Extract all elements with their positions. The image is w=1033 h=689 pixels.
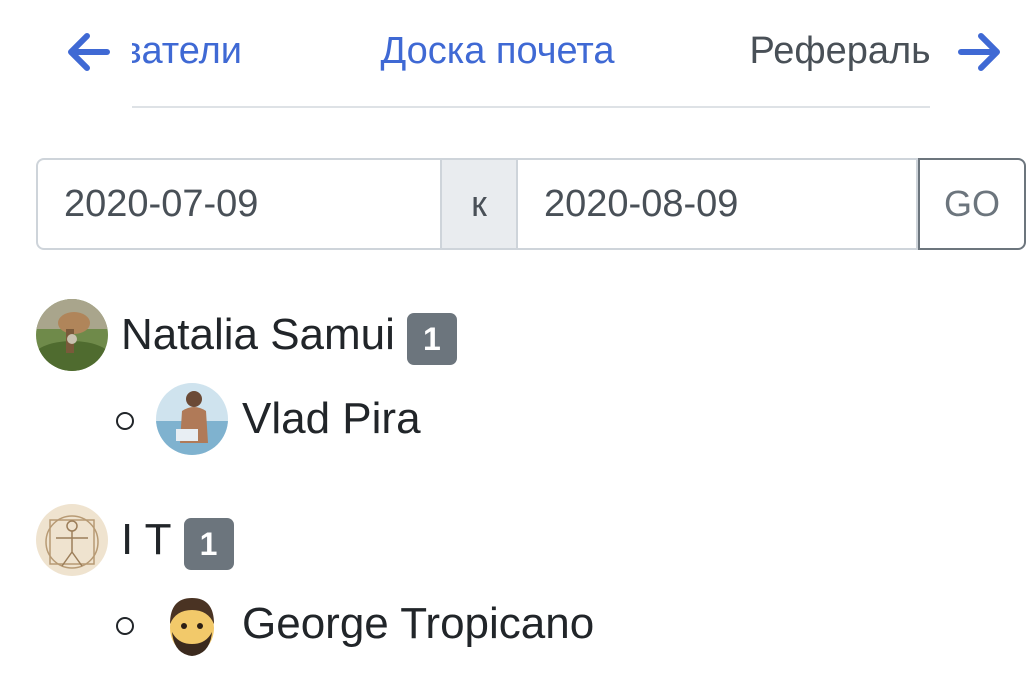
referral-name[interactable]: Vlad Pira [242, 394, 421, 444]
next-tab-button[interactable] [956, 26, 1004, 78]
referral-row: George Tropicano [116, 587, 594, 661]
avatar[interactable] [36, 299, 108, 371]
avatar[interactable] [156, 588, 228, 660]
bullet-icon [116, 412, 134, 430]
avatar[interactable] [36, 504, 108, 576]
tab-leaderboard-label: Доска почета [380, 29, 615, 72]
date-from-input[interactable] [36, 158, 442, 250]
tabs-bar: Пользователи Доска почета Рефералы [132, 0, 930, 108]
referral-count-badge: 1 [183, 518, 234, 570]
referral-group: Natalia Samui 1 Vlad Pira [36, 298, 457, 456]
referrer-row: I T 1 [36, 503, 594, 577]
referral-name[interactable]: George Tropicano [242, 599, 594, 649]
go-button[interactable]: GO [918, 158, 1026, 250]
tab-users[interactable]: Пользователи [132, 0, 242, 106]
referrer-name[interactable]: I T [121, 515, 172, 565]
referral-count-badge: 1 [406, 313, 457, 365]
tab-users-label: Пользователи [132, 29, 242, 72]
referrer-row: Natalia Samui 1 [36, 298, 457, 372]
prev-tab-button[interactable] [64, 26, 112, 78]
tab-referrals[interactable]: Рефералы [700, 0, 930, 106]
tab-referrals-label: Рефералы [749, 29, 930, 72]
referral-row: Vlad Pira [116, 382, 457, 456]
bullet-icon [116, 617, 134, 635]
referrer-name[interactable]: Natalia Samui [121, 310, 395, 360]
avatar[interactable] [156, 383, 228, 455]
date-range-filter: к GO [36, 158, 1026, 250]
tabs-strip: Пользователи Доска почета Рефералы [132, 0, 930, 106]
tab-leaderboard[interactable]: Доска почета [345, 0, 650, 106]
arrow-left-icon [68, 33, 110, 71]
date-range-separator: к [442, 158, 516, 250]
date-to-input[interactable] [516, 158, 918, 250]
referral-group: I T 1 George Tropicano [36, 503, 594, 661]
arrow-right-icon [958, 33, 1000, 71]
referrals-page: Пользователи Доска почета Рефералы к GO [0, 0, 1033, 689]
